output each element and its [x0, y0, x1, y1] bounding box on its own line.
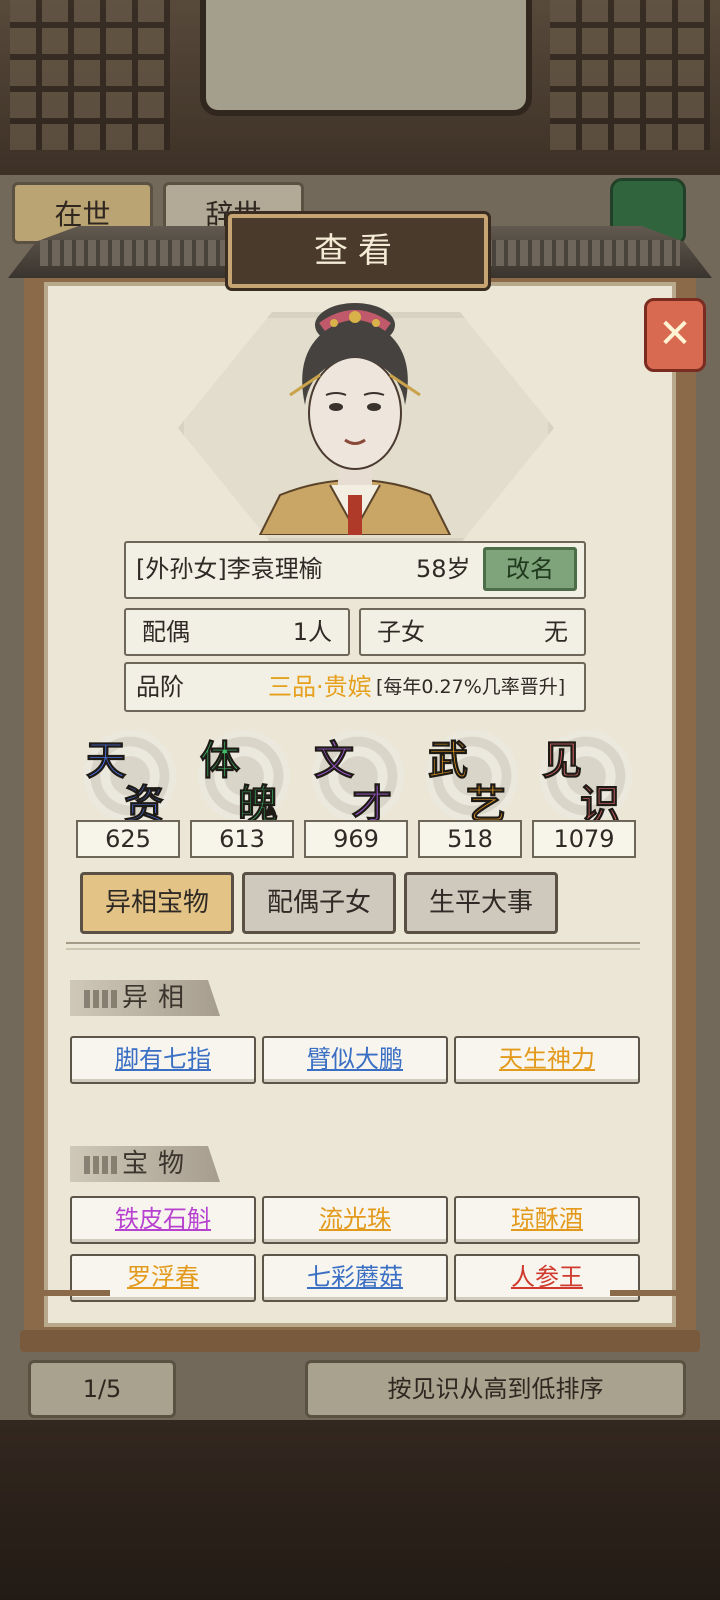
dialog-title: 查看 [228, 214, 488, 288]
spouse-value: 1人 [292, 618, 332, 646]
trait-item[interactable]: 脚有七指 [70, 1036, 256, 1084]
treasures-header: 宝物 [70, 1146, 220, 1182]
close-button[interactable]: ✕ [644, 298, 706, 372]
tab-traits-treasures[interactable]: 异相宝物 [80, 872, 234, 934]
treasure-item[interactable]: 流光珠 [262, 1196, 448, 1244]
character-age: 58岁 [416, 555, 471, 583]
spouse-label: 配偶 [142, 618, 190, 646]
rank-label: 品阶 [136, 673, 184, 701]
pattern-icon [84, 990, 118, 1008]
rank-value: 三品·贵嫔 [268, 673, 372, 701]
character-name: [外孙女]李袁理榆 [136, 555, 323, 583]
stat-martial: 武 艺 [418, 726, 528, 829]
rename-button[interactable]: 改名 [483, 547, 577, 591]
stat-martial-char1: 武 [428, 737, 469, 785]
section-divider [66, 942, 640, 950]
stat-insight: 见 识 [532, 726, 642, 829]
treasure-item[interactable]: 琼酥酒 [454, 1196, 640, 1244]
spouse-row: 配偶 1人 [124, 608, 350, 656]
stat-physique: 体 魄 [190, 726, 300, 829]
stat-literary-value: 969 [304, 820, 408, 858]
traits-title: 异相 [122, 983, 195, 1013]
rank-note: [每年0.27%几率晋升] [376, 676, 566, 698]
stat-talent-char1: 天 [86, 737, 127, 785]
children-row: 子女 无 [359, 608, 586, 656]
stat-insight-value: 1079 [532, 820, 636, 858]
stat-literary: 文 才 [304, 726, 414, 829]
treasures-title: 宝物 [122, 1149, 195, 1179]
trait-item[interactable]: 天生神力 [454, 1036, 640, 1084]
stat-martial-value: 518 [418, 820, 522, 858]
tab-life-events[interactable]: 生平大事 [404, 872, 558, 934]
stat-insight-char1: 见 [542, 737, 583, 785]
dialog-bottom-lattice [40, 1290, 680, 1326]
stat-physique-char1: 体 [200, 737, 241, 785]
dialog-base [20, 1330, 700, 1352]
treasure-item[interactable]: 铁皮石斛 [70, 1196, 256, 1244]
stat-talent-value: 625 [76, 820, 180, 858]
stat-literary-char1: 文 [314, 737, 355, 785]
tab-spouse-children[interactable]: 配偶子女 [242, 872, 396, 934]
character-portrait [258, 303, 452, 535]
rank-row: 品阶 三品·贵嫔 [每年0.27%几率晋升] [124, 662, 586, 712]
trait-item[interactable]: 臂似大鹏 [262, 1036, 448, 1084]
pattern-icon [84, 1156, 118, 1174]
children-value: 无 [544, 618, 568, 646]
stat-talent: 天 资 [76, 726, 186, 829]
children-label: 子女 [377, 618, 425, 646]
stat-physique-value: 613 [190, 820, 294, 858]
crossed-swords-close-icon: ✕ [658, 311, 692, 357]
traits-header: 异相 [70, 980, 220, 1016]
